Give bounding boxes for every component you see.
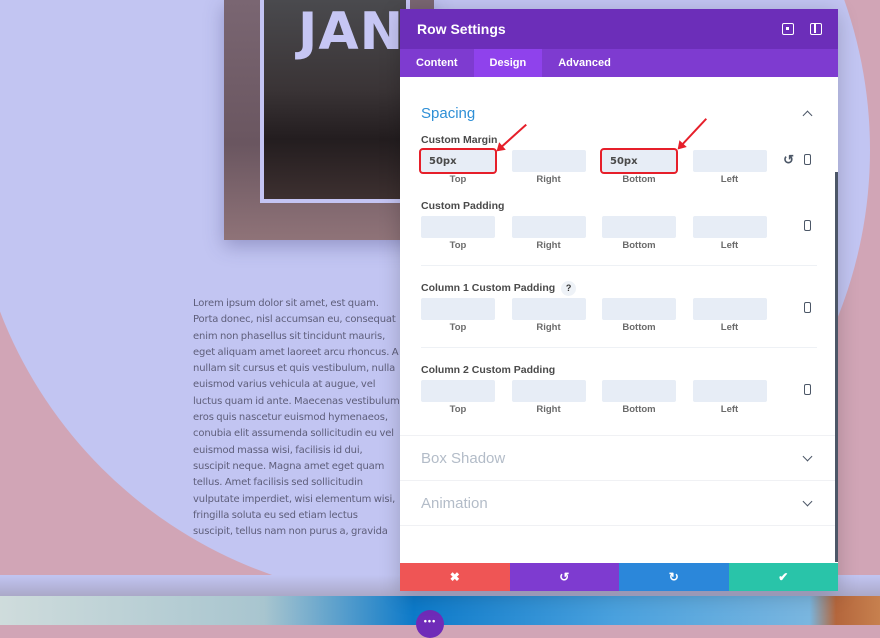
animation-title: Animation <box>421 494 488 512</box>
modal-header: Row Settings <box>400 9 838 49</box>
hero-title: JAN <box>298 2 405 62</box>
padding-top-label: Top <box>449 240 467 251</box>
column2-padding-label: Column 2 Custom Padding <box>421 364 556 376</box>
responsive-phone-icon[interactable] <box>804 154 811 165</box>
padding-right-input[interactable] <box>511 216 586 238</box>
custom-margin-label: Custom Margin <box>421 134 498 146</box>
fullscreen-icon[interactable] <box>782 23 794 35</box>
settings-content: Spacing Custom Margin Top Right Bottom L… <box>400 77 838 563</box>
col1-top-label: Top <box>449 322 467 333</box>
builder-menu-button[interactable]: ••• <box>416 610 444 638</box>
box-shadow-section-header[interactable]: Box Shadow <box>400 436 838 480</box>
spacing-section-header[interactable]: Spacing <box>400 93 838 133</box>
chevron-up-icon[interactable] <box>802 110 813 120</box>
padding-bottom-input[interactable] <box>602 216 676 238</box>
padding-top-input[interactable] <box>421 216 495 238</box>
responsive-phone-icon[interactable] <box>804 220 811 231</box>
responsive-phone-icon[interactable] <box>804 384 811 395</box>
modal-title: Row Settings <box>417 21 506 37</box>
padding-left-label: Left <box>720 240 739 251</box>
col2-left-input[interactable] <box>692 380 767 402</box>
col1-top-input[interactable] <box>421 298 495 320</box>
help-icon[interactable]: ? <box>561 280 577 296</box>
column1-padding-label: Column 1 Custom Padding? <box>421 280 817 296</box>
tab-advanced[interactable]: Advanced <box>542 49 627 77</box>
margin-left-label: Left <box>720 174 739 185</box>
column1-padding-text: Column 1 Custom Padding <box>421 282 556 294</box>
redo-button[interactable]: ↻ <box>619 563 729 591</box>
col1-bottom-input[interactable] <box>602 298 676 320</box>
col2-left-label: Left <box>720 404 739 415</box>
col1-right-input[interactable] <box>511 298 586 320</box>
row-settings-modal: Row Settings Content Design Advanced Spa… <box>400 9 838 591</box>
body-paragraph: Lorem ipsum dolor sit amet, est quam. Po… <box>193 298 400 536</box>
undo-button[interactable]: ↺ <box>509 563 619 591</box>
col2-right-input[interactable] <box>511 380 586 402</box>
padding-left-input[interactable] <box>692 216 767 238</box>
custom-padding-label: Custom Padding <box>421 200 505 212</box>
margin-top-input[interactable] <box>419 148 497 174</box>
tab-design[interactable]: Design <box>473 49 543 77</box>
col2-bottom-label: Bottom <box>622 404 656 415</box>
cancel-button[interactable]: ✖ <box>400 563 510 591</box>
col2-top-input[interactable] <box>421 380 495 402</box>
padding-bottom-label: Bottom <box>622 240 656 251</box>
chevron-down-icon[interactable] <box>802 451 813 462</box>
margin-right-label: Right <box>536 174 561 185</box>
spacing-title: Spacing <box>421 104 476 122</box>
modal-footer: ✖ ↺ ↻ ✔ <box>400 563 838 591</box>
margin-bottom-label: Bottom <box>622 174 656 185</box>
margin-right-input[interactable] <box>511 150 586 172</box>
tab-content[interactable]: Content <box>400 49 474 77</box>
col2-right-label: Right <box>536 404 561 415</box>
chevron-down-icon[interactable] <box>802 496 813 507</box>
col1-left-input[interactable] <box>692 298 767 320</box>
col1-left-label: Left <box>720 322 739 333</box>
responsive-phone-icon[interactable] <box>804 302 811 313</box>
animation-section-header[interactable]: Animation <box>400 481 838 525</box>
margin-top-label: Top <box>449 174 467 185</box>
column1-padding-group: Column 1 Custom Padding? Top Right Botto… <box>400 266 838 347</box>
box-shadow-title: Box Shadow <box>421 449 506 467</box>
margin-bottom-input[interactable] <box>600 148 678 174</box>
divider <box>400 525 838 526</box>
modal-tabs: Content Design Advanced <box>400 49 838 77</box>
custom-margin-group: Custom Margin Top Right Bottom Left ↺ <box>400 133 838 199</box>
col2-top-label: Top <box>449 404 467 415</box>
sidebar-toggle-icon[interactable] <box>810 23 822 35</box>
padding-right-label: Right <box>536 240 561 251</box>
col1-bottom-label: Bottom <box>622 322 656 333</box>
column2-padding-group: Column 2 Custom Padding Top Right Bottom… <box>400 348 838 435</box>
col2-bottom-input[interactable] <box>602 380 676 402</box>
margin-left-input[interactable] <box>692 150 767 172</box>
save-button[interactable]: ✔ <box>728 563 838 591</box>
custom-padding-group: Custom Padding Top Right Bottom Left <box>400 199 838 265</box>
col1-right-label: Right <box>536 322 561 333</box>
reset-icon[interactable]: ↺ <box>783 153 794 166</box>
